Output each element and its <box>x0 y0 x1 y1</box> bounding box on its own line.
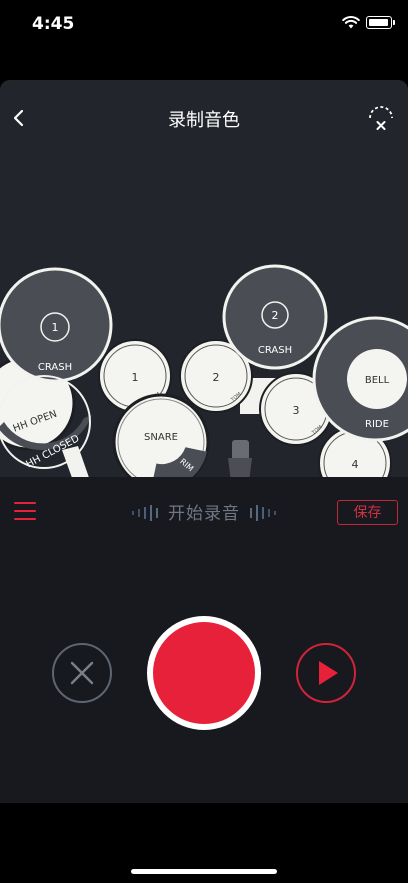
svg-text:3: 3 <box>293 404 300 417</box>
home-indicator <box>131 869 277 874</box>
svg-text:2: 2 <box>213 371 220 384</box>
drum-kit-area: HH OPEN 1 CRASH HH CLOSED 1 TOM <box>0 160 408 477</box>
svg-text:1: 1 <box>132 371 139 384</box>
page-title: 录制音色 <box>168 110 240 131</box>
control-bar: 开始录音 保存 <box>0 477 408 549</box>
svg-text:CRASH: CRASH <box>38 362 72 373</box>
svg-text:SNARE: SNARE <box>144 432 178 443</box>
close-icon <box>70 661 94 685</box>
svg-text:1: 1 <box>52 321 59 334</box>
kick-pedal-stand <box>228 440 252 477</box>
waveform-right-icon <box>250 505 276 521</box>
svg-text:4: 4 <box>352 458 359 471</box>
record-button[interactable] <box>147 616 261 730</box>
save-button[interactable]: 保存 <box>337 500 398 525</box>
play-button[interactable] <box>296 643 356 703</box>
crash-left-pad[interactable]: 1 CRASH <box>0 267 113 383</box>
reset-button[interactable] <box>366 102 396 132</box>
status-time: 4:45 <box>32 14 75 34</box>
battery-icon <box>366 16 395 29</box>
svg-text:2: 2 <box>272 309 279 322</box>
status-bar: 4:45 <box>0 0 408 50</box>
play-icon <box>319 661 338 685</box>
main-panel: 录制音色 HH OPEN 1 CRASH HH CLOSED 1 2 TOM S… <box>0 80 408 803</box>
wifi-icon <box>342 16 360 29</box>
svg-text:CRASH: CRASH <box>258 345 292 356</box>
svg-text:BELL: BELL <box>365 375 390 386</box>
snare-pad[interactable]: SNARE RIM <box>112 393 210 477</box>
header: 录制音色 <box>0 80 408 160</box>
svg-text:RIDE: RIDE <box>365 419 389 430</box>
cancel-button[interactable] <box>52 643 112 703</box>
reset-arc-icon <box>369 106 393 130</box>
crash-right-pad[interactable]: 2 CRASH <box>222 264 328 370</box>
